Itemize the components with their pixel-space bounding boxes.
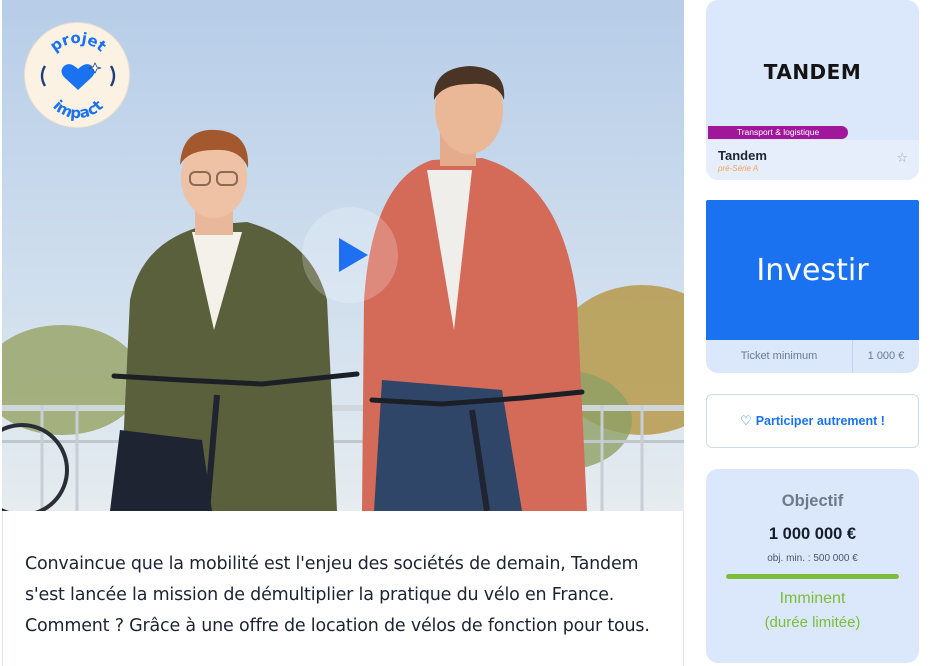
ticket-minimum-label: Ticket minimum — [706, 340, 853, 373]
description-text: Convaincue que la mobilité est l'enjeu d… — [25, 554, 650, 636]
svg-text:projet: projet — [47, 29, 110, 56]
hero-media: projet impact — [2, 0, 684, 511]
goal-status: Imminent — [779, 590, 846, 607]
participate-otherwise-button[interactable]: ♡ Participer autrement ! — [706, 394, 919, 448]
svg-text:impact: impact — [49, 96, 106, 122]
goal-note: (durée limitée) — [764, 614, 861, 631]
ticket-minimum-value: 1 000 € — [867, 350, 905, 362]
sector-badge: Transport & logistique — [708, 126, 848, 139]
invest-card: Investir Ticket minimum 1 000 € — [706, 200, 919, 373]
goal-card: Objectif 1 000 000 € obj. min. : 500 000… — [706, 469, 919, 663]
funding-round: pré-Série A — [718, 164, 759, 173]
badge-text-bottom: impact — [49, 96, 106, 122]
goal-progress-fill — [726, 574, 899, 579]
goal-minimum: obj. min. : 500 000 € — [767, 553, 858, 564]
company-info: Tandem pré-Série A ☆ — [706, 140, 919, 180]
goal-amount: 1 000 000 € — [768, 525, 857, 543]
video-play-button[interactable] — [302, 207, 398, 303]
project-description: Convaincue que la mobilité est l'enjeu d… — [2, 511, 684, 666]
company-card[interactable]: TANDEM Transport & logistique Tandem pré… — [706, 0, 919, 180]
heart-outline-icon: ♡ — [740, 413, 752, 428]
ticket-minimum-row: Ticket minimum 1 000 € — [706, 340, 919, 373]
badge-text-top: projet — [47, 29, 110, 56]
company-name: Tandem — [718, 148, 767, 163]
invest-button[interactable]: Investir — [706, 200, 919, 340]
impact-project-badge: projet impact — [24, 22, 130, 128]
play-icon — [338, 238, 368, 272]
goal-title: Objectif — [781, 492, 844, 510]
goal-progress-bar — [726, 574, 899, 579]
star-outline-icon[interactable]: ☆ — [896, 150, 908, 166]
participate-label: Participer autrement ! — [755, 414, 885, 428]
company-logo: TANDEM — [763, 60, 862, 84]
